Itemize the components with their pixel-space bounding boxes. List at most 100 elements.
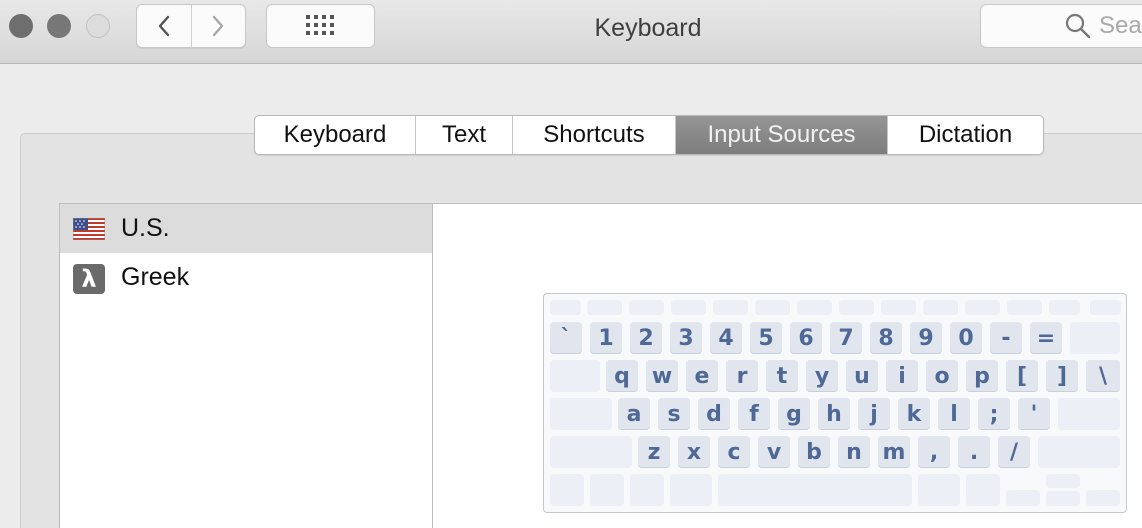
keycap: [ (1006, 360, 1038, 392)
option-key (966, 474, 1000, 506)
keycap: m (878, 436, 910, 468)
arrow-up-key (1046, 474, 1080, 488)
function-key (881, 300, 916, 315)
keycap: = (1030, 322, 1062, 354)
minimize-window-button[interactable] (47, 14, 71, 38)
keycap: 2 (630, 322, 662, 354)
keycap: a (618, 398, 650, 430)
keycap: z (638, 436, 670, 468)
function-key (839, 300, 874, 315)
keycap: t (766, 360, 798, 392)
function-key (965, 300, 1000, 315)
chevron-right-icon (213, 15, 224, 37)
keycap: h (818, 398, 850, 430)
function-key (1049, 300, 1080, 315)
close-window-button[interactable] (9, 14, 33, 38)
tab-shortcuts[interactable]: Shortcuts (513, 116, 676, 154)
tab-keyboard[interactable]: Keyboard (255, 116, 416, 154)
tab-dictation[interactable]: Dictation (888, 116, 1043, 154)
keycap: - (990, 322, 1022, 354)
input-source-label: Greek (121, 263, 190, 291)
keycap: 9 (910, 322, 942, 354)
control-key (590, 474, 624, 506)
show-all-button[interactable] (266, 4, 375, 48)
arrow-right-key (1086, 490, 1120, 506)
function-key (550, 300, 581, 315)
search-input[interactable] (1099, 12, 1142, 40)
keycap: r (726, 360, 758, 392)
function-key (1007, 300, 1042, 315)
keycap: ` (550, 322, 582, 354)
grid-icon (305, 15, 334, 35)
function-key (671, 300, 706, 315)
function-key (587, 300, 622, 315)
keycap: c (718, 436, 750, 468)
input-source-list: U.S. λ Greek (59, 203, 433, 528)
keycap: l (938, 398, 970, 430)
keycap: s (658, 398, 690, 430)
input-source-greek[interactable]: λ Greek (60, 253, 432, 302)
arrow-down-key (1046, 491, 1080, 506)
keycap: 4 (710, 322, 742, 354)
keycap: ' (1018, 398, 1050, 430)
keycap: 8 (870, 322, 902, 354)
keycap: k (898, 398, 930, 430)
keycap: ] (1046, 360, 1078, 392)
tab-text[interactable]: Text (416, 116, 513, 154)
function-key (755, 300, 790, 315)
keycap: e (686, 360, 718, 392)
input-source-label: U.S. (121, 214, 170, 242)
keycap: . (958, 436, 990, 468)
left-shift-key (550, 436, 632, 468)
function-key (923, 300, 958, 315)
keycap: 1 (590, 322, 622, 354)
keycap: b (798, 436, 830, 468)
keyboard-layout-preview: ` 1 2 3 4 5 6 7 8 9 0 - = q w e r t y u … (543, 293, 1127, 513)
navigation-buttons (136, 4, 246, 48)
zoom-window-button[interactable] (86, 14, 110, 38)
keycap: 0 (950, 322, 982, 354)
right-shift-key (1038, 436, 1120, 468)
keycap: v (758, 436, 790, 468)
function-key (629, 300, 664, 315)
keycap: 3 (670, 322, 702, 354)
back-button[interactable] (137, 5, 191, 47)
tab-key (550, 360, 600, 392)
tab-input-sources[interactable]: Input Sources (676, 116, 888, 154)
keycap: o (926, 360, 958, 392)
keycap: u (846, 360, 878, 392)
tab-bar: Keyboard Text Shortcuts Input Sources Di… (254, 115, 1044, 155)
keycap: / (998, 436, 1030, 468)
search-field[interactable] (980, 4, 1142, 48)
function-key (1090, 300, 1121, 315)
title-bar: Keyboard (0, 0, 1142, 64)
input-source-us[interactable]: U.S. (60, 204, 432, 253)
keycap: g (778, 398, 810, 430)
option-key (630, 474, 664, 506)
keycap: n (838, 436, 870, 468)
keycap: j (858, 398, 890, 430)
forward-button[interactable] (190, 5, 246, 47)
keycap: i (886, 360, 918, 392)
keycap: 7 (830, 322, 862, 354)
keycap: f (738, 398, 770, 430)
keycap: \ (1086, 360, 1120, 392)
space-bar (718, 474, 912, 506)
function-key (713, 300, 748, 315)
keycap: d (698, 398, 730, 430)
chevron-left-icon (158, 15, 169, 37)
command-key (670, 474, 712, 506)
window-title: Keyboard (594, 14, 702, 42)
search-icon (1065, 13, 1091, 39)
caps-lock-key (550, 398, 612, 430)
keycap: x (678, 436, 710, 468)
lambda-icon: λ (73, 264, 105, 294)
keycap: y (806, 360, 838, 392)
fn-key (550, 474, 584, 506)
delete-key (1070, 322, 1120, 354)
keycap: ; (978, 398, 1010, 430)
keycap: p (966, 360, 998, 392)
keycap: , (918, 436, 950, 468)
function-key (797, 300, 832, 315)
keycap: 5 (750, 322, 782, 354)
